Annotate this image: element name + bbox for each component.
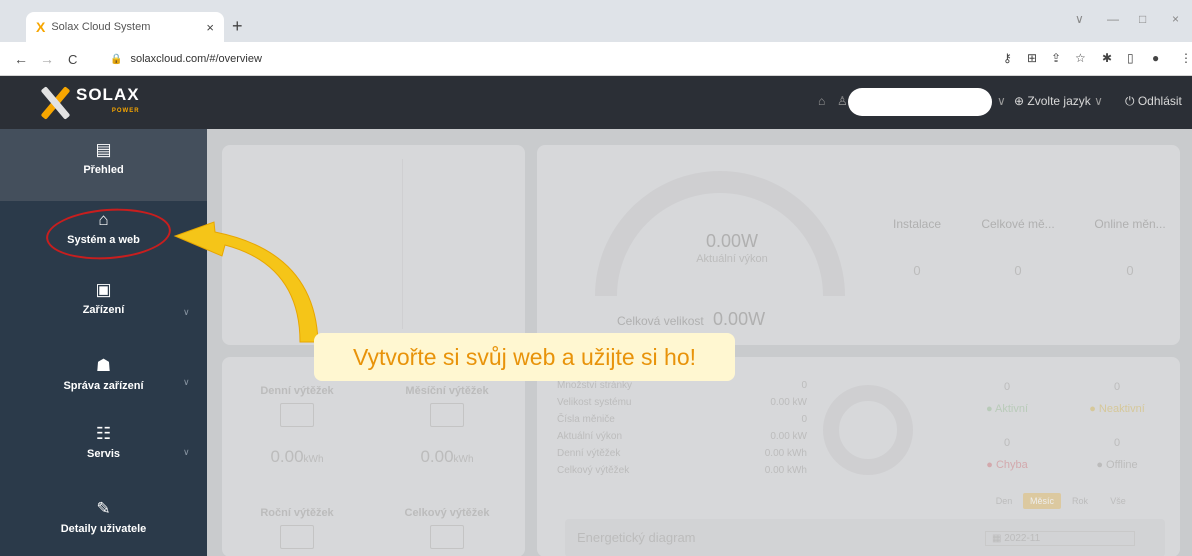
callout-banner: Vytvořte si svůj web a užijte si ho!	[314, 333, 735, 381]
pointer-arrow	[173, 221, 319, 343]
yellow-arrow-shape	[173, 221, 319, 343]
